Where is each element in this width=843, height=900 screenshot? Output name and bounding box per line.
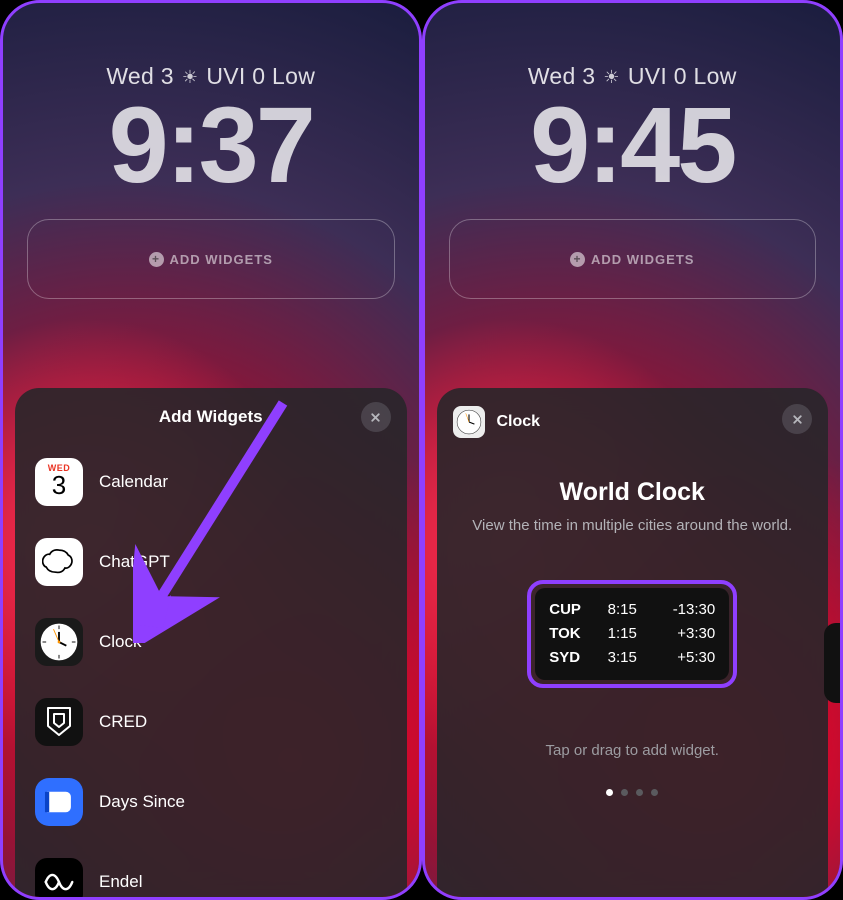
sheet-header: Clock (447, 402, 819, 452)
world-clock-row: SYD 3:15 +5:30 (549, 646, 715, 670)
phone-left: Wed 3 ☀ UVI 0 Low 9:37 + ADD WIDGETS Add… (0, 0, 422, 900)
wc-offset: -13:30 (655, 598, 715, 622)
clock-time: 9:45 (425, 82, 841, 207)
app-list: WED 3 Calendar ChatGPT (25, 442, 397, 900)
wc-offset: +3:30 (655, 622, 715, 646)
phone-right: Wed 3 ☀ UVI 0 Low 9:45 + ADD WIDGETS Clo… (422, 0, 843, 900)
sheet-header: Add Widgets (25, 402, 397, 432)
wc-time: 3:15 (608, 646, 637, 670)
app-row-endel[interactable]: Endel (27, 842, 395, 900)
close-button[interactable] (782, 404, 812, 434)
page-indicator[interactable] (447, 789, 819, 796)
endel-icon (35, 858, 83, 900)
wc-offset: +5:30 (655, 646, 715, 670)
world-clock-row: CUP 8:15 -13:30 (549, 598, 715, 622)
cred-icon (35, 698, 83, 746)
wc-city: SYD (549, 646, 589, 670)
app-row-clock[interactable]: Clock (27, 602, 395, 682)
app-row-chatgpt[interactable]: ChatGPT (27, 522, 395, 602)
app-row-dayssince[interactable]: Days Since (27, 762, 395, 842)
add-widgets-label: ADD WIDGETS (170, 252, 273, 267)
app-name-calendar: Calendar (99, 472, 168, 492)
sheet-title: Add Widgets (159, 407, 263, 427)
wc-city: TOK (549, 622, 589, 646)
tap-hint: Tap or drag to add widget. (447, 742, 819, 759)
app-row-calendar[interactable]: WED 3 Calendar (27, 442, 395, 522)
sun-icon: ☀ (603, 68, 619, 86)
page-dot (606, 789, 613, 796)
clock-widget-sheet: Clock World Clock View the time in multi… (437, 388, 829, 897)
wc-time: 1:15 (608, 622, 637, 646)
clock-app-icon (453, 406, 485, 438)
app-name-cred: CRED (99, 712, 147, 732)
next-widget-peek[interactable] (824, 623, 842, 703)
calendar-icon: WED 3 (35, 458, 83, 506)
lockscreen-header: Wed 3 ☀ UVI 0 Low 9:37 (3, 3, 419, 207)
chatgpt-icon (35, 538, 83, 586)
page-dot (621, 789, 628, 796)
add-widgets-button[interactable]: + ADD WIDGETS (27, 219, 395, 299)
add-widgets-sheet: Add Widgets WED 3 Calendar ChatGPT (15, 388, 407, 897)
app-name-endel: Endel (99, 872, 142, 892)
app-name-dayssince: Days Since (99, 792, 185, 812)
page-dot (636, 789, 643, 796)
clock-time: 9:37 (3, 82, 419, 207)
widget-preview-highlight: CUP 8:15 -13:30 TOK 1:15 +3:30 SYD 3:15 … (527, 580, 737, 688)
widget-title: World Clock (447, 478, 819, 507)
sun-icon: ☀ (182, 68, 198, 86)
world-clock-widget-preview[interactable]: CUP 8:15 -13:30 TOK 1:15 +3:30 SYD 3:15 … (535, 588, 729, 680)
plus-circle-icon: + (149, 252, 164, 267)
page-dot (651, 789, 658, 796)
add-widgets-button[interactable]: + ADD WIDGETS (449, 219, 817, 299)
lockscreen-header: Wed 3 ☀ UVI 0 Low 9:45 (425, 3, 841, 207)
app-name-clock: Clock (99, 632, 142, 652)
widget-description: View the time in multiple cities around … (447, 517, 819, 534)
plus-circle-icon: + (570, 252, 585, 267)
clock-icon (35, 618, 83, 666)
sheet-app-name: Clock (497, 413, 541, 431)
add-widgets-label: ADD WIDGETS (591, 252, 694, 267)
wc-time: 8:15 (608, 598, 637, 622)
app-name-chatgpt: ChatGPT (99, 552, 170, 572)
app-row-cred[interactable]: CRED (27, 682, 395, 762)
close-button[interactable] (361, 402, 391, 432)
calendar-daynum: 3 (52, 470, 66, 501)
wc-city: CUP (549, 598, 589, 622)
dayssince-icon (35, 778, 83, 826)
world-clock-row: TOK 1:15 +3:30 (549, 622, 715, 646)
